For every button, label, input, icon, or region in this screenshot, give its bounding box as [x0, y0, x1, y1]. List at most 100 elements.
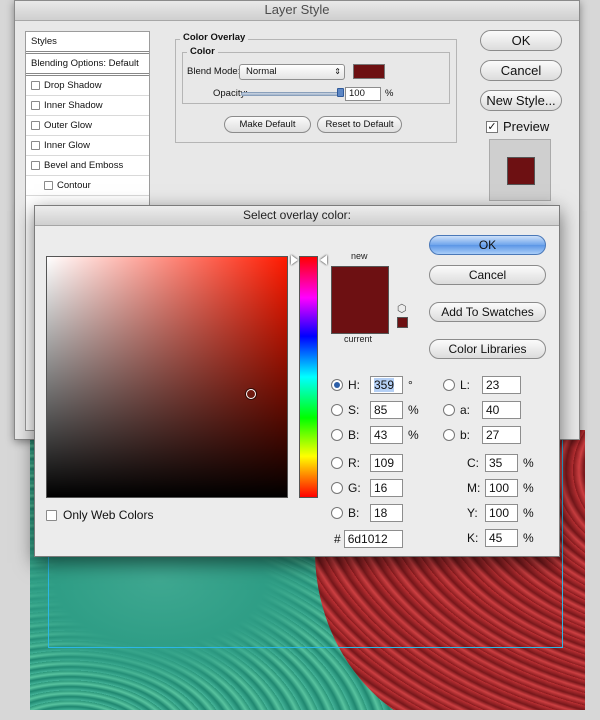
select-arrows-icon: ⇕ — [334, 67, 341, 76]
drop-shadow-checkbox[interactable] — [31, 81, 40, 90]
color-libraries-button[interactable]: Color Libraries — [429, 339, 546, 359]
opacity-slider[interactable] — [241, 92, 341, 96]
outer-glow-checkbox[interactable] — [31, 121, 40, 130]
new-current-preview — [331, 266, 389, 334]
styles-list-item-styles[interactable]: Styles — [26, 32, 149, 54]
lab-a-label: a: — [460, 403, 471, 417]
current-color-swatch[interactable] — [332, 300, 388, 333]
new-style-button[interactable]: New Style... — [480, 90, 562, 111]
color-group: Color Blend Mode: Normal ⇕ Opacity: 100 … — [182, 46, 450, 104]
inner-glow-checkbox[interactable] — [31, 141, 40, 150]
saturation-label: S: — [348, 403, 360, 417]
hue-slider-left-arrow-icon[interactable] — [291, 255, 298, 265]
blue-radio[interactable] — [331, 507, 343, 519]
ok-button[interactable]: OK — [480, 30, 562, 51]
blend-mode-label: Blend Mode: — [187, 66, 241, 77]
styles-list-item-outer-glow[interactable]: Outer Glow — [26, 116, 149, 136]
lab-l-input[interactable]: 23 — [482, 376, 521, 394]
picker-ok-button[interactable]: OK — [429, 235, 546, 255]
contour-checkbox[interactable] — [44, 181, 53, 190]
brightness-label: B: — [348, 428, 360, 442]
lab-b-label: b: — [460, 428, 471, 442]
color-overlay-group: Color Overlay Color Blend Mode: Normal ⇕… — [175, 32, 457, 143]
red-radio[interactable] — [331, 457, 343, 469]
web-safe-cube-icon[interactable]: ⬡ — [397, 302, 407, 315]
add-to-swatches-button[interactable]: Add To Swatches — [429, 302, 546, 322]
preview-checkbox[interactable]: ✓ — [486, 120, 498, 133]
cyan-unit: % — [523, 456, 534, 470]
styles-list-item-inner-glow[interactable]: Inner Glow — [26, 136, 149, 156]
styles-list-item-inner-shadow[interactable]: Inner Shadow — [26, 96, 149, 116]
styles-list-item-contour[interactable]: Contour — [26, 176, 149, 196]
black-unit: % — [523, 531, 534, 545]
lab-a-radio[interactable] — [443, 404, 455, 416]
saturation-radio[interactable] — [331, 404, 343, 416]
color-field[interactable] — [46, 256, 288, 498]
lab-l-row: L: 23 — [443, 376, 521, 394]
brightness-radio[interactable] — [331, 429, 343, 441]
picker-cancel-button[interactable]: Cancel — [429, 265, 546, 285]
new-color-label: new — [351, 251, 368, 261]
brightness-input[interactable]: 43 — [370, 426, 403, 444]
only-web-colors-checkbox[interactable] — [46, 509, 57, 521]
lab-l-radio[interactable] — [443, 379, 455, 391]
styles-list-item-drop-shadow[interactable]: Drop Shadow — [26, 76, 149, 96]
color-picker-title: Select overlay color: — [35, 206, 559, 226]
hue-slider-right-arrow-icon[interactable] — [320, 255, 327, 265]
color-field-cursor[interactable] — [246, 388, 256, 399]
red-row: R: 109 — [331, 454, 403, 472]
cancel-button[interactable]: Cancel — [480, 60, 562, 81]
blend-mode-value: Normal — [246, 66, 277, 77]
black-input[interactable]: 45 — [485, 529, 518, 547]
hue-input[interactable]: 359 — [370, 376, 403, 394]
overlay-color-swatch[interactable] — [353, 64, 385, 79]
reset-default-button[interactable]: Reset to Default — [317, 116, 402, 133]
brightness-unit: % — [408, 428, 419, 442]
preview-box — [489, 139, 551, 201]
bevel-emboss-checkbox[interactable] — [31, 161, 40, 170]
hue-value: 359 — [374, 378, 395, 392]
styles-list-item-label: Inner Shadow — [44, 100, 103, 111]
cyan-input[interactable]: 35 — [485, 454, 518, 472]
make-default-button[interactable]: Make Default — [224, 116, 311, 133]
current-color-label: current — [344, 334, 373, 344]
green-radio[interactable] — [331, 482, 343, 494]
yellow-input[interactable]: 100 — [485, 504, 518, 522]
green-input[interactable]: 16 — [370, 479, 403, 497]
styles-list-item-label: Bevel and Emboss — [44, 160, 124, 171]
styles-list-item-bevel-emboss[interactable]: Bevel and Emboss — [26, 156, 149, 176]
magenta-input[interactable]: 100 — [485, 479, 518, 497]
opacity-input[interactable]: 100 — [345, 87, 381, 101]
lab-b-row: b: 27 — [443, 426, 521, 444]
blue-input[interactable]: 18 — [370, 504, 403, 522]
preview-toggle[interactable]: ✓ Preview — [486, 119, 549, 134]
new-color-swatch — [332, 267, 388, 300]
blend-mode-select[interactable]: Normal ⇕ — [239, 64, 345, 80]
styles-list-item-label: Blending Options: Default — [31, 58, 139, 69]
black-label: K: — [467, 531, 479, 545]
saturation-input[interactable]: 85 — [370, 401, 403, 419]
opacity-slider-thumb[interactable] — [337, 88, 344, 97]
hex-label: # — [334, 532, 341, 546]
styles-list-item-label: Outer Glow — [44, 120, 93, 131]
styles-list-item-label: Styles — [31, 36, 57, 47]
green-row: G: 16 — [331, 479, 403, 497]
hue-radio[interactable] — [331, 379, 343, 391]
styles-list-item-blending-options[interactable]: Blending Options: Default — [26, 54, 149, 76]
only-web-colors-toggle[interactable]: Only Web Colors — [46, 508, 153, 522]
lab-b-radio[interactable] — [443, 429, 455, 441]
web-safe-swatch[interactable] — [397, 317, 408, 328]
hue-unit: ° — [408, 378, 413, 392]
magenta-label: M: — [467, 481, 481, 495]
lab-a-row: a: 40 — [443, 401, 521, 419]
only-web-colors-label: Only Web Colors — [63, 508, 154, 522]
lab-b-input[interactable]: 27 — [482, 426, 521, 444]
hex-input[interactable]: 6d1012 — [343, 530, 403, 548]
preview-swatch — [507, 157, 535, 185]
inner-shadow-checkbox[interactable] — [31, 101, 40, 110]
lab-a-input[interactable]: 40 — [482, 401, 521, 419]
styles-list-item-label: Inner Glow — [44, 140, 90, 151]
red-input[interactable]: 109 — [370, 454, 403, 472]
blue-label: B: — [348, 506, 360, 520]
hue-slider[interactable] — [299, 256, 318, 498]
